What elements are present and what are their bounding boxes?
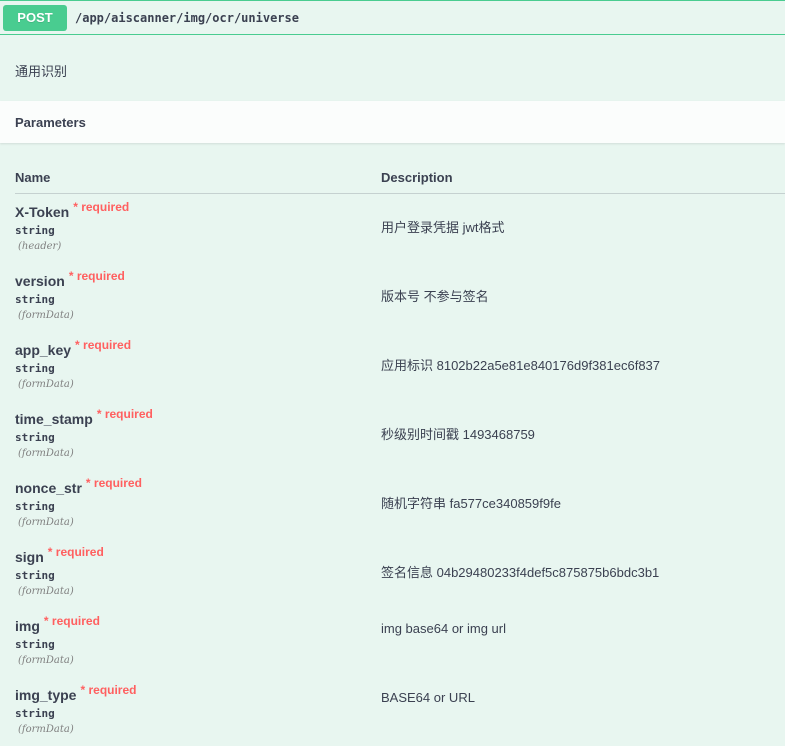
parameter-location: (formData)	[18, 310, 74, 321]
parameter-row: X-Token * required string (header) 用户登录凭据…	[15, 194, 785, 263]
parameter-row: img_type * required string (formData) BAS…	[15, 677, 785, 746]
parameter-type: string	[15, 431, 55, 444]
parameter-name-cell: sign * required	[15, 545, 104, 565]
required-marker: * required	[80, 683, 137, 697]
column-header-description: Description	[381, 169, 453, 185]
parameters-section-header: Parameters	[0, 101, 785, 143]
column-header-name: Name	[15, 169, 51, 185]
parameter-row: img * required string (formData) img base…	[15, 608, 785, 677]
parameter-type: string	[15, 569, 55, 582]
parameter-row: nonce_str * required string (formData) 随机…	[15, 470, 785, 539]
parameter-location: (header)	[18, 241, 62, 252]
operation-summary[interactable]: POST /app/aiscanner/img/ocr/universe	[0, 1, 785, 35]
parameter-row: app_key * required string (formData) 应用标识…	[15, 332, 785, 401]
required-marker: * required	[73, 200, 130, 214]
parameter-location: (formData)	[18, 724, 74, 735]
parameter-description: 随机字符串 fa577ce340859f9fe	[381, 496, 561, 511]
parameter-name: X-Token	[15, 204, 70, 220]
parameter-description: 应用标识 8102b22a5e81e840176d9f381ec6f837	[381, 358, 661, 373]
required-marker: * required	[96, 407, 153, 421]
endpoint-path: /app/aiscanner/img/ocr/universe	[75, 10, 299, 25]
parameter-name: img_type	[15, 687, 77, 703]
parameter-name-cell: X-Token * required	[15, 200, 129, 220]
parameters-table: Name Description X-Token * required strin…	[0, 161, 785, 746]
parameter-name-cell: img * required	[15, 614, 100, 634]
parameter-description: img base64 or img url	[381, 621, 506, 636]
parameter-description: 签名信息 04b29480233f4def5c875875b6bdc3b1	[381, 565, 660, 580]
parameter-type: string	[15, 500, 55, 513]
parameter-description: BASE64 or URL	[381, 690, 475, 705]
parameter-description: 秒级别时间戳 1493468759	[381, 427, 535, 442]
parameter-location: (formData)	[18, 517, 74, 528]
parameter-row: sign * required string (formData) 签名信息 04…	[15, 539, 785, 608]
parameter-name: sign	[15, 549, 44, 565]
parameters-table-header: Name Description	[15, 161, 785, 194]
parameter-location: (formData)	[18, 655, 74, 666]
parameter-name: time_stamp	[15, 411, 93, 427]
required-marker: * required	[68, 269, 125, 283]
parameter-type: string	[15, 293, 55, 306]
required-marker: * required	[43, 614, 100, 628]
required-marker: * required	[85, 476, 142, 490]
parameter-name-cell: time_stamp * required	[15, 407, 153, 427]
parameter-name: version	[15, 273, 65, 289]
parameter-name: img	[15, 618, 40, 634]
method-badge: POST	[3, 4, 67, 31]
operation-description-text: 通用识别	[15, 64, 68, 79]
parameter-row: version * required string (formData) 版本号 …	[15, 263, 785, 332]
parameter-type: string	[15, 638, 55, 651]
parameter-name-cell: version * required	[15, 269, 125, 289]
parameter-type: string	[15, 362, 55, 375]
parameter-location: (formData)	[18, 379, 74, 390]
parameter-description: 用户登录凭据 jwt格式	[381, 220, 505, 235]
parameter-name-cell: app_key * required	[15, 338, 131, 358]
parameter-name: app_key	[15, 342, 72, 358]
operation-block: POST /app/aiscanner/img/ocr/universe 通用识…	[0, 0, 785, 746]
parameter-description: 版本号 不参与签名	[381, 289, 489, 304]
operation-description: 通用识别	[0, 35, 785, 101]
parameter-name: nonce_str	[15, 480, 82, 496]
parameter-row: time_stamp * required string (formData) 秒…	[15, 401, 785, 470]
parameter-type: string	[15, 224, 55, 237]
required-marker: * required	[47, 545, 104, 559]
parameters-title: Parameters	[15, 114, 86, 130]
parameter-type: string	[15, 707, 55, 720]
parameter-location: (formData)	[18, 586, 74, 597]
required-marker: * required	[75, 338, 132, 352]
parameter-name-cell: img_type * required	[15, 683, 136, 703]
parameter-name-cell: nonce_str * required	[15, 476, 142, 496]
parameter-location: (formData)	[18, 448, 74, 459]
